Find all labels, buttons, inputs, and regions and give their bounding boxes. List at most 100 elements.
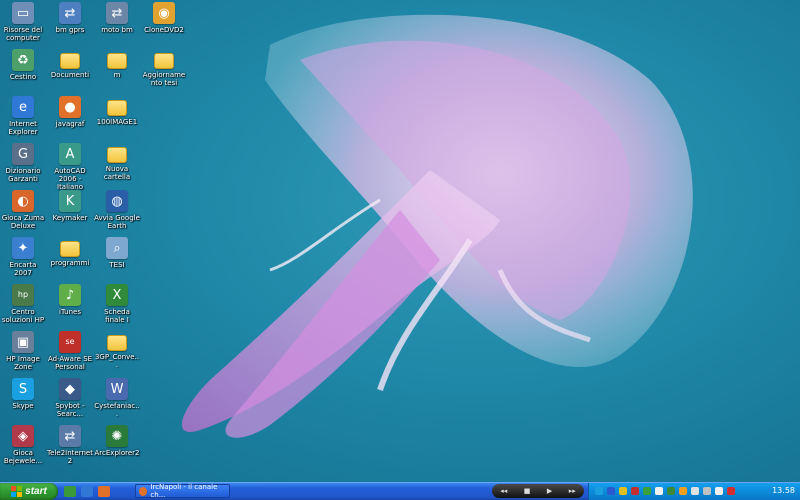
start-button[interactable]: start	[0, 483, 58, 500]
desktop-icon[interactable]: ◈ Gioca Bejewele...	[0, 425, 46, 465]
desktop-icon[interactable]: ▭ Risorse del computer	[0, 2, 46, 42]
desktop-icon[interactable]: ◆ Spybot - Searc...	[47, 378, 93, 418]
desktop-icon[interactable]: Documenti	[47, 49, 93, 79]
start-label: start	[25, 486, 47, 497]
folder-icon	[154, 53, 174, 69]
desktop-icon[interactable]: ✦ Encarta 2007	[0, 237, 46, 277]
desktop-icon-label: javagraf	[55, 120, 85, 128]
desktop-icon-label: Avvia Google Earth	[94, 214, 140, 230]
arcexplorer-icon: ✺	[106, 425, 128, 447]
desktop-icon[interactable]: ⌕ TESI	[94, 237, 140, 269]
internet-explorer-icon: e	[12, 96, 34, 118]
desktop-icon-label: 100IMAGE1	[96, 118, 138, 126]
desktop-icon[interactable]: Aggiornamento tesi	[141, 49, 187, 87]
firefox-icon	[139, 486, 148, 496]
desktop-icon[interactable]: hp Centro soluzioni HP	[0, 284, 46, 324]
shield-tray-icon[interactable]	[643, 487, 651, 495]
desktop-icon[interactable]: ◍ Avvia Google Earth	[94, 190, 140, 230]
clock[interactable]: 13.58	[772, 486, 795, 495]
media-control-button[interactable]: ◂◂	[500, 487, 507, 495]
desktop-icon[interactable]: ✺ ArcExplorer2	[94, 425, 140, 457]
desktop-icon[interactable]: Nuova cartella	[94, 143, 140, 181]
desktop-icon-label: Skype	[12, 402, 34, 410]
my-computer-icon: ▭	[12, 2, 34, 24]
media-control-button[interactable]: ▸▸	[569, 487, 576, 495]
dictionary-icon: G	[12, 143, 34, 165]
desktop: ▭ Risorse del computer ⇄ bm gprs ⇄ moto bm ◉ Cl…	[0, 0, 800, 482]
folder-icon	[107, 335, 127, 351]
desktop-icon-label: m	[113, 71, 121, 79]
desktop-icon-label: iTunes	[59, 308, 81, 316]
desktop-icon-label: Gioca Bejewele...	[3, 449, 43, 465]
desktop-icon[interactable]: ◐ Gioca Zuma Deluxe	[0, 190, 46, 230]
skype-tray-icon[interactable]	[595, 487, 603, 495]
antivirus-tray-icon[interactable]	[631, 487, 639, 495]
desktop-icon[interactable]: W Cystefaniac...	[94, 378, 140, 418]
desktop-icon[interactable]: ⇄ bm gprs	[47, 2, 93, 34]
desktop-icon[interactable]: ♻ Cestino	[0, 49, 46, 81]
desktop-icon[interactable]: ♪ iTunes	[47, 284, 93, 316]
hp-image-zone-icon: ▣	[12, 331, 34, 353]
desktop-icon-label: ArcExplorer2	[94, 449, 140, 457]
desktop-icon-label: TESI	[109, 261, 125, 269]
clonedvd-icon: ◉	[153, 2, 175, 24]
desktop-icon[interactable]: G Dizionario Garzanti	[0, 143, 46, 183]
ati-tray-icon[interactable]	[727, 487, 735, 495]
media-player-toolbar: ◂◂ ■ ▶ ▸▸	[492, 484, 584, 498]
desktop-icon-label: CloneDVD2	[144, 26, 184, 34]
desktop-icon-label: Internet Explorer	[8, 120, 38, 136]
desktop-icon[interactable]: e Internet Explorer	[0, 96, 46, 136]
bluetooth-tray-icon[interactable]	[607, 487, 615, 495]
desktop-icon-label: Spybot - Searc...	[55, 402, 85, 418]
desktop-icon[interactable]: K Keymaker	[47, 190, 93, 222]
network-shortcut-icon: ⇄	[106, 2, 128, 24]
desktop-icon[interactable]: programmi	[47, 237, 93, 267]
desktop-icon[interactable]: 3GP_Conve...	[94, 331, 140, 369]
desktop-icon-label: Encarta 2007	[9, 261, 37, 277]
desktop-icon-label: HP Image Zone	[6, 355, 40, 371]
desktop-icon-label: Scheda finale I	[104, 308, 130, 324]
excel-document-icon: X	[106, 284, 128, 306]
desktop-icon-label: Nuova cartella	[103, 165, 131, 181]
desktop-icon-label: 3GP_Conve...	[94, 353, 140, 369]
desktop-icon[interactable]: ▣ HP Image Zone	[0, 331, 46, 371]
word-document-icon: W	[106, 378, 128, 400]
desktop-icon-label: Documenti	[50, 71, 90, 79]
wifi-tray-icon[interactable]	[715, 487, 723, 495]
system-tray: 13.58	[588, 483, 800, 500]
desktop-icon[interactable]: se Ad-Aware SE Personal	[47, 331, 93, 371]
search-icon: ⌕	[106, 237, 128, 259]
desktop-icon[interactable]: ● javagraf	[47, 96, 93, 128]
desktop-icon[interactable]: ◉ CloneDVD2	[141, 2, 187, 34]
printer-tray-icon[interactable]	[703, 487, 711, 495]
desktop-icon[interactable]: ⇄ Tele2Internet 2	[47, 425, 93, 465]
desktop-icon-label: Aggiornamento tesi	[142, 71, 186, 87]
media-control-button[interactable]: ▶	[547, 487, 552, 495]
show-desktop-icon[interactable]	[64, 486, 76, 497]
desktop-icon[interactable]: X Scheda finale I	[94, 284, 140, 324]
network-tray-icon[interactable]	[655, 487, 663, 495]
desktop-icon[interactable]: ⇄ moto bm	[94, 2, 140, 34]
firefox-icon[interactable]	[98, 486, 110, 497]
taskbar-button-ircnapoli[interactable]: IrcNapoli - il canale ch...	[135, 483, 230, 499]
folder-icon	[107, 147, 127, 163]
desktop-icon-label: Keymaker	[52, 214, 88, 222]
desktop-icon[interactable]: m	[94, 49, 140, 79]
internet-explorer-icon[interactable]	[81, 486, 93, 497]
messenger-tray-icon[interactable]	[667, 487, 675, 495]
folder-icon	[60, 53, 80, 69]
keymaker-icon: K	[59, 190, 81, 212]
itunes-icon: ♪	[59, 284, 81, 306]
security-tray-icon[interactable]	[619, 487, 627, 495]
firefox-icon: ●	[59, 96, 81, 118]
volume-tray-icon[interactable]	[691, 487, 699, 495]
update-tray-icon[interactable]	[679, 487, 687, 495]
network-shortcut-icon: ⇄	[59, 425, 81, 447]
desktop-icon[interactable]: S Skype	[0, 378, 46, 410]
desktop-icon-label: Tele2Internet 2	[47, 449, 93, 465]
desktop-icon[interactable]: A AutoCAD 2006 - Italiano	[47, 143, 93, 191]
desktop-icon-label: moto bm	[101, 26, 133, 34]
desktop-icon-label: Cestino	[9, 73, 37, 81]
desktop-icon[interactable]: 100IMAGE1	[94, 96, 140, 126]
media-control-button[interactable]: ■	[524, 487, 531, 495]
